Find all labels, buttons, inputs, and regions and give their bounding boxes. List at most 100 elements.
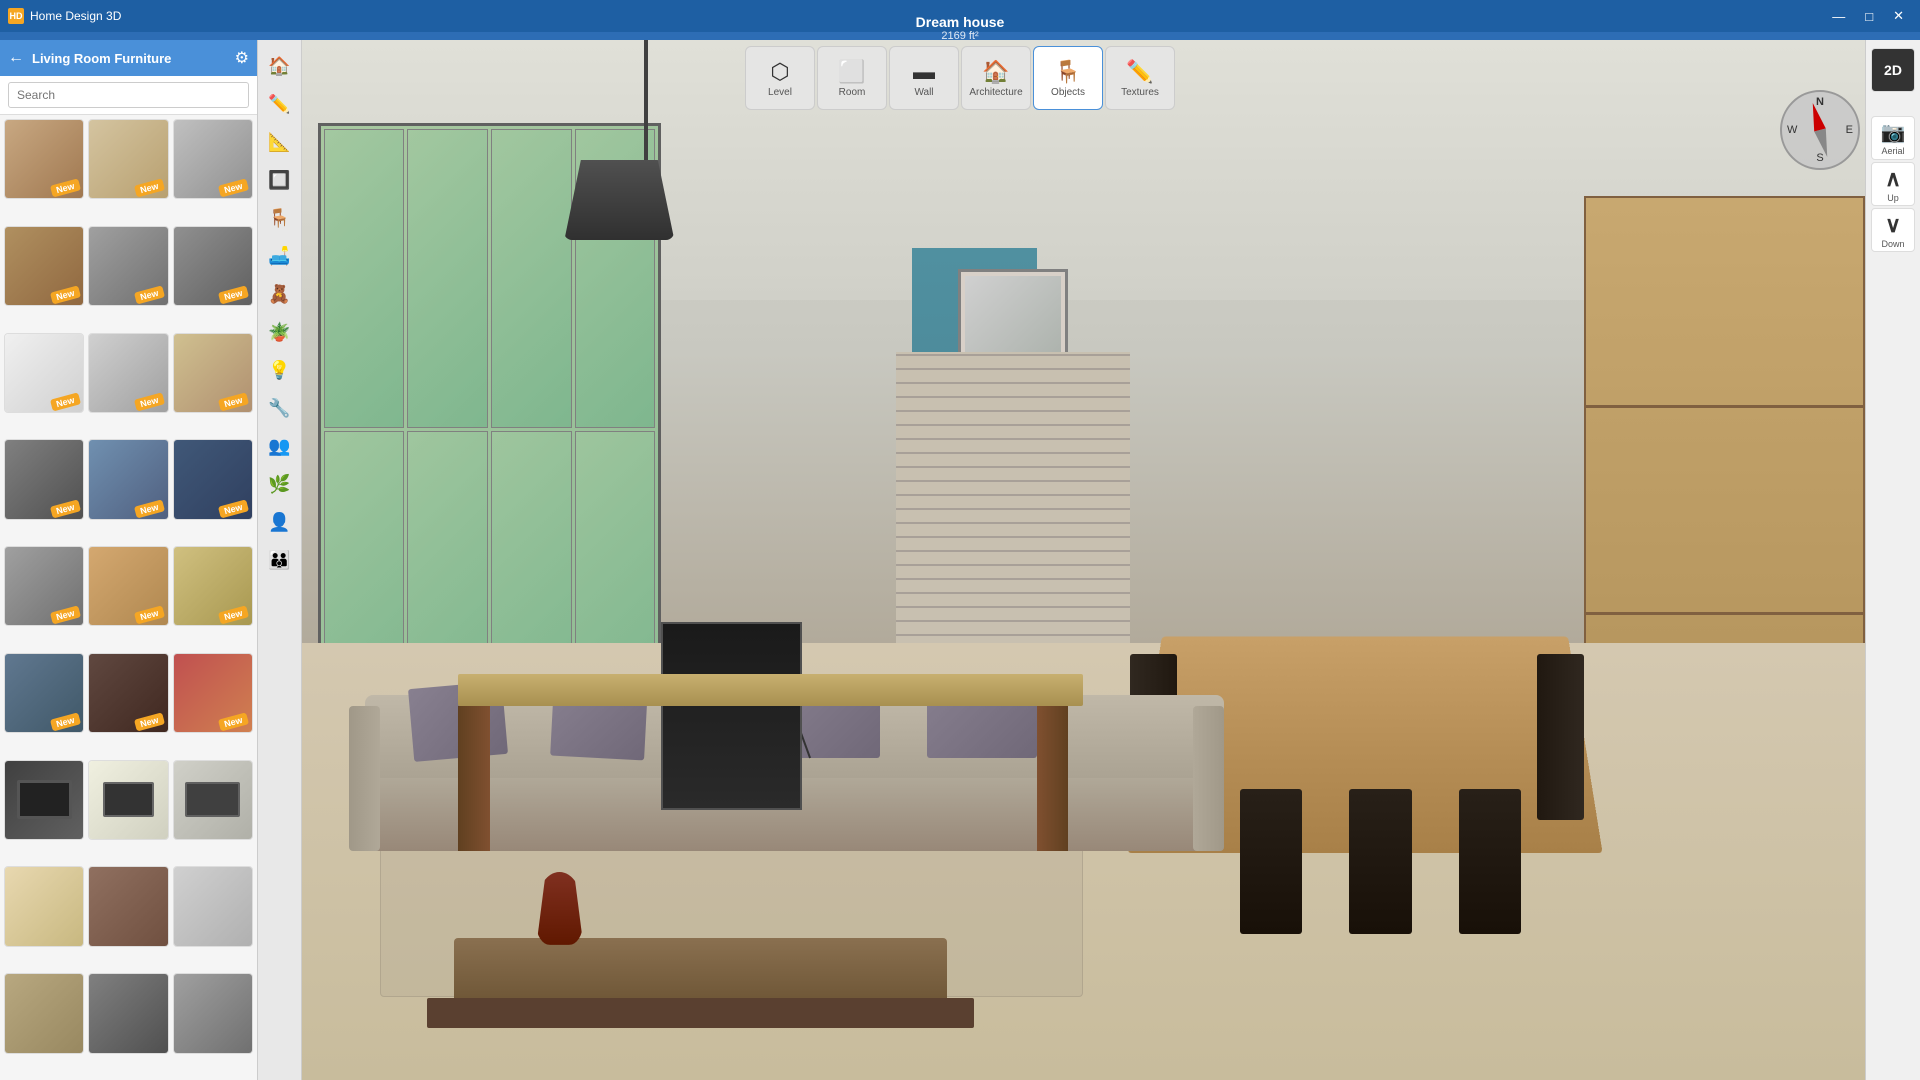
console-table-leg-left [458, 706, 489, 852]
furniture-item[interactable] [4, 866, 84, 946]
furniture-item[interactable] [88, 973, 168, 1053]
left-sidebar: ← Living Room Furniture ⚙ New New New Ne… [0, 40, 258, 1080]
project-size: 2169 ft² [916, 30, 1005, 42]
iconbar-furniture[interactable]: 🪑 [262, 200, 298, 236]
up-button[interactable]: ∧ Up [1871, 162, 1915, 206]
furniture-item[interactable]: New [173, 439, 253, 519]
dining-chair [1537, 654, 1584, 820]
tab-objects[interactable]: 🪑 Objects [1033, 46, 1103, 110]
furniture-item[interactable]: New [173, 119, 253, 199]
down-button[interactable]: ∨ Down [1871, 208, 1915, 252]
search-input[interactable] [8, 82, 249, 108]
furniture-item[interactable]: New [4, 653, 84, 733]
window-pane [491, 129, 572, 428]
down-label: Down [1881, 239, 1904, 249]
furniture-item[interactable]: New [173, 226, 253, 306]
minimize-button[interactable]: — [1824, 6, 1853, 26]
item-thumbnail [5, 974, 83, 1052]
iconbar-plant[interactable]: 🪴 [262, 314, 298, 350]
viewport[interactable] [302, 40, 1865, 1080]
aerial-icon: 📷 [1881, 120, 1906, 145]
item-thumbnail [5, 761, 83, 839]
close-button[interactable]: ✕ [1885, 6, 1912, 26]
iconbar-tool[interactable]: 🔧 [262, 390, 298, 426]
sofa-arm-left [349, 706, 380, 852]
iconbar-person[interactable]: 👤 [262, 504, 298, 540]
room-icon: ⬜ [838, 59, 865, 85]
item-thumbnail [89, 761, 167, 839]
sidebar-settings-button[interactable]: ⚙ [235, 48, 249, 68]
maximize-button[interactable]: □ [1857, 6, 1881, 26]
sidebar-title: Living Room Furniture [32, 51, 227, 66]
iconbar-light[interactable]: 💡 [262, 352, 298, 388]
iconbar-decor[interactable]: 🧸 [262, 276, 298, 312]
furniture-item[interactable]: New [88, 333, 168, 413]
item-thumbnail [5, 867, 83, 945]
furniture-grid: New New New New New New New [0, 115, 257, 1080]
up-icon: ∧ [1885, 166, 1901, 192]
aerial-button[interactable]: 📷 Aerial [1871, 116, 1915, 160]
furniture-item[interactable]: New [4, 439, 84, 519]
dining-chair [1349, 789, 1412, 935]
iconbar-edit[interactable]: ✏️ [262, 86, 298, 122]
bookcase-shelf [1586, 405, 1863, 408]
up-label: Up [1887, 193, 1899, 203]
furniture-item[interactable]: New [88, 546, 168, 626]
dining-chair [1240, 789, 1303, 935]
left-iconbar: 🏠 ✏️ 📐 🔲 🪑 🛋️ 🧸 🪴 💡 🔧 👥 🌿 👤 👪 [258, 40, 302, 1080]
tab-architecture[interactable]: 🏠 Architecture [961, 46, 1031, 110]
tv-unit [661, 622, 802, 809]
back-button[interactable]: ← [8, 49, 24, 67]
furniture-item[interactable] [88, 866, 168, 946]
furniture-item[interactable] [173, 760, 253, 840]
tab-objects-label: Objects [1051, 87, 1085, 98]
furniture-item[interactable]: New [88, 653, 168, 733]
window-pane [324, 129, 405, 428]
iconbar-home[interactable]: 🏠 [262, 48, 298, 84]
tab-wall[interactable]: ▬ Wall [889, 46, 959, 110]
titlebar-controls: — □ ✕ [1824, 6, 1912, 26]
window-pane [407, 129, 488, 428]
sofa-arm-right [1193, 706, 1224, 852]
viewport-scene [302, 40, 1865, 1080]
compass-west-label: W [1787, 124, 1797, 136]
furniture-item[interactable] [4, 760, 84, 840]
iconbar-group[interactable]: 👪 [262, 542, 298, 578]
furniture-item[interactable]: New [88, 226, 168, 306]
aerial-label: Aerial [1881, 146, 1904, 156]
furniture-item[interactable]: New [173, 546, 253, 626]
iconbar-sofa[interactable]: 🛋️ [262, 238, 298, 274]
dining-chair [1459, 789, 1522, 935]
lamp-shade [564, 160, 674, 240]
furniture-item[interactable]: New [88, 119, 168, 199]
furniture-item[interactable]: New [88, 439, 168, 519]
console-table-top [458, 674, 1083, 705]
tab-wall-label: Wall [914, 87, 933, 98]
coffee-table [427, 998, 974, 1028]
iconbar-nature[interactable]: 🌿 [262, 466, 298, 502]
iconbar-room[interactable]: 🔲 [262, 162, 298, 198]
architecture-icon: 🏠 [982, 59, 1009, 85]
furniture-item[interactable] [88, 760, 168, 840]
tab-textures[interactable]: ✏️ Textures [1105, 46, 1175, 110]
down-icon: ∨ [1885, 212, 1901, 238]
tab-room[interactable]: ⬜ Room [817, 46, 887, 110]
furniture-item[interactable] [173, 973, 253, 1053]
compass-east-label: E [1846, 124, 1853, 136]
compass-circle: N S E W [1780, 90, 1860, 170]
furniture-item[interactable]: New [4, 333, 84, 413]
iconbar-measure[interactable]: 📐 [262, 124, 298, 160]
furniture-item[interactable]: New [173, 653, 253, 733]
view-2d-button[interactable]: 2D [1871, 48, 1915, 92]
furniture-item[interactable] [173, 866, 253, 946]
right-toolbar: 2D 📷 Aerial ∧ Up ∨ Down [1865, 40, 1920, 1080]
furniture-item[interactable]: New [4, 119, 84, 199]
item-thumbnail [89, 867, 167, 945]
furniture-item[interactable]: New [173, 333, 253, 413]
tab-level-label: Level [768, 87, 792, 98]
tab-level[interactable]: ⬡ Level [745, 46, 815, 110]
furniture-item[interactable]: New [4, 226, 84, 306]
iconbar-people[interactable]: 👥 [262, 428, 298, 464]
furniture-item[interactable]: New [4, 546, 84, 626]
furniture-item[interactable] [4, 973, 84, 1053]
